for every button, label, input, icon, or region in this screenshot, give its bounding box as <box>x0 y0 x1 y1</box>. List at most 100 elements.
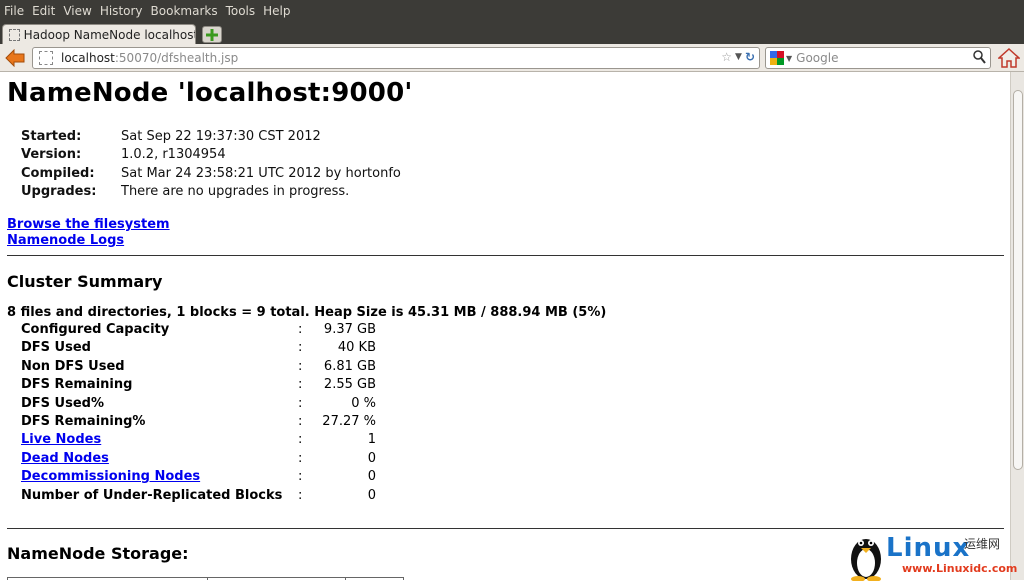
divider <box>7 255 1004 256</box>
stat-separator: : <box>298 322 303 337</box>
stat-label: Configured Capacity <box>21 322 170 337</box>
stat-separator: : <box>298 340 303 356</box>
stat-separator: : <box>298 358 303 374</box>
url-path: :50070/dfshealth.jsp <box>114 51 239 65</box>
quick-links: Browse the filesystem Namenode Logs <box>7 217 170 248</box>
page-title: NameNode 'localhost:9000' <box>7 78 413 108</box>
table-row: DFS Remaining%: 27.27 % <box>21 413 421 431</box>
search-input[interactable]: Google <box>796 51 838 65</box>
watermark-chinese: 运维网 <box>964 537 1001 551</box>
namenode-info: Started: Sat Sep 22 19:37:30 CST 2012 Ver… <box>21 128 401 202</box>
scrollbar-thumb[interactable] <box>1013 90 1023 470</box>
cluster-stats-table: Configured Capacity: 9.37 GB DFS Used: 40 … <box>21 321 421 505</box>
info-key: Compiled: <box>21 165 95 181</box>
info-key: Started: <box>21 129 82 144</box>
page-content: NameNode 'localhost:9000' Started: Sat Se… <box>0 72 1010 580</box>
stat-value: 0 <box>367 487 376 503</box>
watermark-brand: Linux <box>886 533 971 563</box>
stat-value: 2.55 GB <box>323 377 376 393</box>
stat-value: 0 <box>367 469 376 485</box>
info-value: 1.0.2, r1304954 <box>121 147 226 163</box>
info-value: Sat Sep 22 19:37:30 CST 2012 <box>121 129 321 144</box>
info-row-compiled: Compiled: Sat Mar 24 23:58:21 UTC 2012 by… <box>21 165 401 183</box>
dead-nodes-link[interactable]: Dead Nodes <box>21 450 109 468</box>
watermark-site: www.Linuxidc.com <box>902 562 1018 575</box>
stat-separator: : <box>298 450 303 466</box>
bookmark-star-icon[interactable]: ☆ <box>721 50 732 64</box>
stat-label: DFS Used% <box>21 395 105 411</box>
table-row: Live Nodes: 1 <box>21 431 421 449</box>
stat-separator: : <box>298 469 303 485</box>
namenode-logs-link[interactable]: Namenode Logs <box>7 233 124 248</box>
tab-hadoop-namenode[interactable]: Hadoop NameNode localhost:9... <box>2 24 196 44</box>
stat-separator: : <box>298 395 303 411</box>
menu-tools[interactable]: Tools <box>222 4 260 18</box>
stat-label: Number of Under-Replicated Blocks <box>21 487 283 503</box>
table-row: Number of Under-Replicated Blocks: 0 <box>21 487 421 505</box>
stat-separator: : <box>298 432 303 448</box>
new-tab-button[interactable] <box>202 26 222 43</box>
url-host: localhost <box>61 51 115 65</box>
table-row: Configured Capacity: 9.37 GB <box>21 321 421 339</box>
reload-icon[interactable]: ↻ <box>745 50 755 64</box>
linuxidc-watermark: Linux 运维网 www.Linuxidc.com <box>846 527 1024 581</box>
stat-value: 27.27 % <box>322 413 376 429</box>
search-engine-dropdown-icon[interactable]: ▼ <box>786 54 792 63</box>
history-dropdown-icon[interactable]: ▼ <box>735 52 742 62</box>
table-row: DFS Used: 40 KB <box>21 339 421 357</box>
stat-label: DFS Remaining% <box>21 413 146 429</box>
vertical-scrollbar[interactable] <box>1010 72 1024 580</box>
table-row: Dead Nodes: 0 <box>21 450 421 468</box>
search-bar[interactable]: ▼ Google <box>765 47 991 69</box>
site-identity-icon[interactable] <box>39 51 53 65</box>
info-key: Upgrades: <box>21 184 97 200</box>
home-icon <box>997 47 1021 68</box>
namenode-storage-heading: NameNode Storage: <box>7 544 189 563</box>
browse-filesystem-link[interactable]: Browse the filesystem <box>7 217 170 232</box>
stat-value: 0 % <box>351 395 376 411</box>
stat-value: 6.81 GB <box>323 358 376 374</box>
stat-value: 9.37 GB <box>323 322 376 337</box>
menu-file[interactable]: File <box>0 4 28 18</box>
page-favicon-icon <box>9 28 20 41</box>
tab-strip: Hadoop NameNode localhost:9... <box>0 22 1024 44</box>
stat-separator: : <box>298 413 303 429</box>
stat-label: Non DFS Used <box>21 358 125 374</box>
stat-label: DFS Used <box>21 340 91 356</box>
table-row: DFS Used%: 0 % <box>21 395 421 413</box>
menu-edit[interactable]: Edit <box>28 4 59 18</box>
stat-value: 1 <box>367 432 376 448</box>
info-row-version: Version: 1.0.2, r1304954 <box>21 146 401 164</box>
menu-bar: File Edit View History Bookmarks Tools H… <box>0 0 1024 22</box>
home-button[interactable] <box>997 47 1021 68</box>
stat-label: DFS Remaining <box>21 377 133 393</box>
stat-separator: : <box>298 377 303 393</box>
cluster-summary-line: 8 files and directories, 1 blocks = 9 to… <box>7 305 607 320</box>
tab-title: Hadoop NameNode localhost:9... <box>23 27 195 42</box>
decommissioning-nodes-link[interactable]: Decommissioning Nodes <box>21 468 200 486</box>
menu-help[interactable]: Help <box>259 4 294 18</box>
menu-bookmarks[interactable]: Bookmarks <box>147 4 222 18</box>
table-row: DFS Remaining: 2.55 GB <box>21 376 421 394</box>
info-value: There are no upgrades in progress. <box>121 184 350 200</box>
magnifier-icon[interactable] <box>973 50 986 67</box>
cluster-summary-heading: Cluster Summary <box>7 272 163 291</box>
info-value: Sat Mar 24 23:58:21 UTC 2012 by hortonfo <box>121 165 401 181</box>
info-row-upgrades: Upgrades: There are no upgrades in progre… <box>21 183 401 201</box>
back-arrow-icon <box>5 48 25 68</box>
url-bar[interactable]: localhost:50070/dfshealth.jsp ☆ ▼ ↻ <box>32 47 760 69</box>
table-row: Decommissioning Nodes: 0 <box>21 468 421 486</box>
info-row-started: Started: Sat Sep 22 19:37:30 CST 2012 <box>21 128 401 146</box>
back-button[interactable] <box>5 48 25 68</box>
stat-value: 40 KB <box>337 340 376 356</box>
table-row: Non DFS Used: 6.81 GB <box>21 358 421 376</box>
live-nodes-link[interactable]: Live Nodes <box>21 431 101 449</box>
stat-separator: : <box>298 487 303 503</box>
google-engine-icon[interactable] <box>770 51 784 65</box>
menu-history[interactable]: History <box>96 4 147 18</box>
tux-penguin-icon <box>851 539 881 581</box>
navigation-toolbar: localhost:50070/dfshealth.jsp ☆ ▼ ↻ ▼ Go… <box>0 44 1024 72</box>
stat-value: 0 <box>367 450 376 466</box>
plus-icon <box>206 28 218 41</box>
menu-view[interactable]: View <box>59 4 95 18</box>
